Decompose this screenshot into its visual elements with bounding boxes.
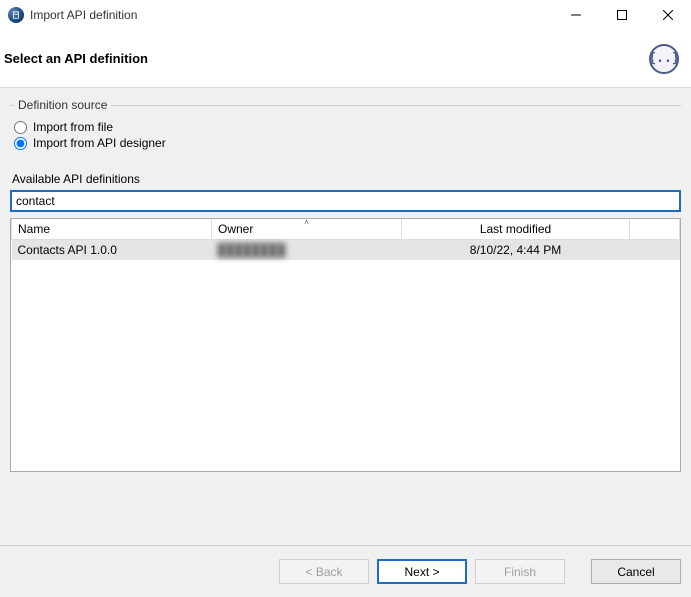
- column-header-name-label: Name: [18, 222, 50, 236]
- radio-import-from-api-designer-label: Import from API designer: [33, 136, 166, 150]
- cancel-button[interactable]: Cancel: [591, 559, 681, 584]
- available-label: Available API definitions: [12, 172, 681, 186]
- column-header-owner-label: Owner: [218, 222, 253, 236]
- window-title: Import API definition: [30, 8, 553, 22]
- radio-import-from-file[interactable]: Import from file: [14, 120, 677, 134]
- radio-import-from-api-designer-input[interactable]: [14, 137, 27, 150]
- column-header-extra: [630, 219, 680, 240]
- search-input[interactable]: [10, 190, 681, 212]
- app-icon: [8, 7, 24, 23]
- radio-import-from-api-designer[interactable]: Import from API designer: [14, 136, 677, 150]
- table-header-row: Name ˄ Owner Last modified: [12, 219, 680, 240]
- table-row[interactable]: Contacts API 1.0.0 ████████ 8/10/22, 4:4…: [12, 240, 680, 261]
- back-button: < Back: [279, 559, 369, 584]
- cell-last-modified: 8/10/22, 4:44 PM: [402, 240, 630, 261]
- wizard-content: Definition source Import from file Impor…: [0, 88, 691, 545]
- title-bar: Import API definition: [0, 0, 691, 30]
- column-header-last-modified-label: Last modified: [480, 222, 551, 236]
- api-braces-icon: {..}: [649, 44, 679, 74]
- cell-owner: ████████: [212, 240, 402, 261]
- radio-import-from-file-label: Import from file: [33, 120, 113, 134]
- window-controls: [553, 0, 691, 30]
- close-button[interactable]: [645, 0, 691, 30]
- next-button[interactable]: Next >: [377, 559, 467, 584]
- page-heading: Select an API definition: [4, 51, 148, 66]
- cell-extra: [630, 240, 680, 261]
- column-header-owner[interactable]: ˄ Owner: [212, 219, 402, 240]
- maximize-button[interactable]: [599, 0, 645, 30]
- minimize-button[interactable]: [553, 0, 599, 30]
- column-header-last-modified[interactable]: Last modified: [402, 219, 630, 240]
- definitions-table-wrap: Name ˄ Owner Last modified Contacts API …: [10, 218, 681, 472]
- radio-import-from-file-input[interactable]: [14, 121, 27, 134]
- sort-asc-icon: ˄: [304, 218, 309, 227]
- definition-source-group: Definition source Import from file Impor…: [10, 98, 681, 162]
- finish-button: Finish: [475, 559, 565, 584]
- definition-source-legend: Definition source: [14, 98, 111, 112]
- cell-name: Contacts API 1.0.0: [12, 240, 212, 261]
- wizard-footer: < Back Next > Finish Cancel: [0, 545, 691, 597]
- wizard-banner: Select an API definition {..}: [0, 30, 691, 88]
- definitions-table: Name ˄ Owner Last modified Contacts API …: [11, 219, 680, 260]
- column-header-name[interactable]: Name: [12, 219, 212, 240]
